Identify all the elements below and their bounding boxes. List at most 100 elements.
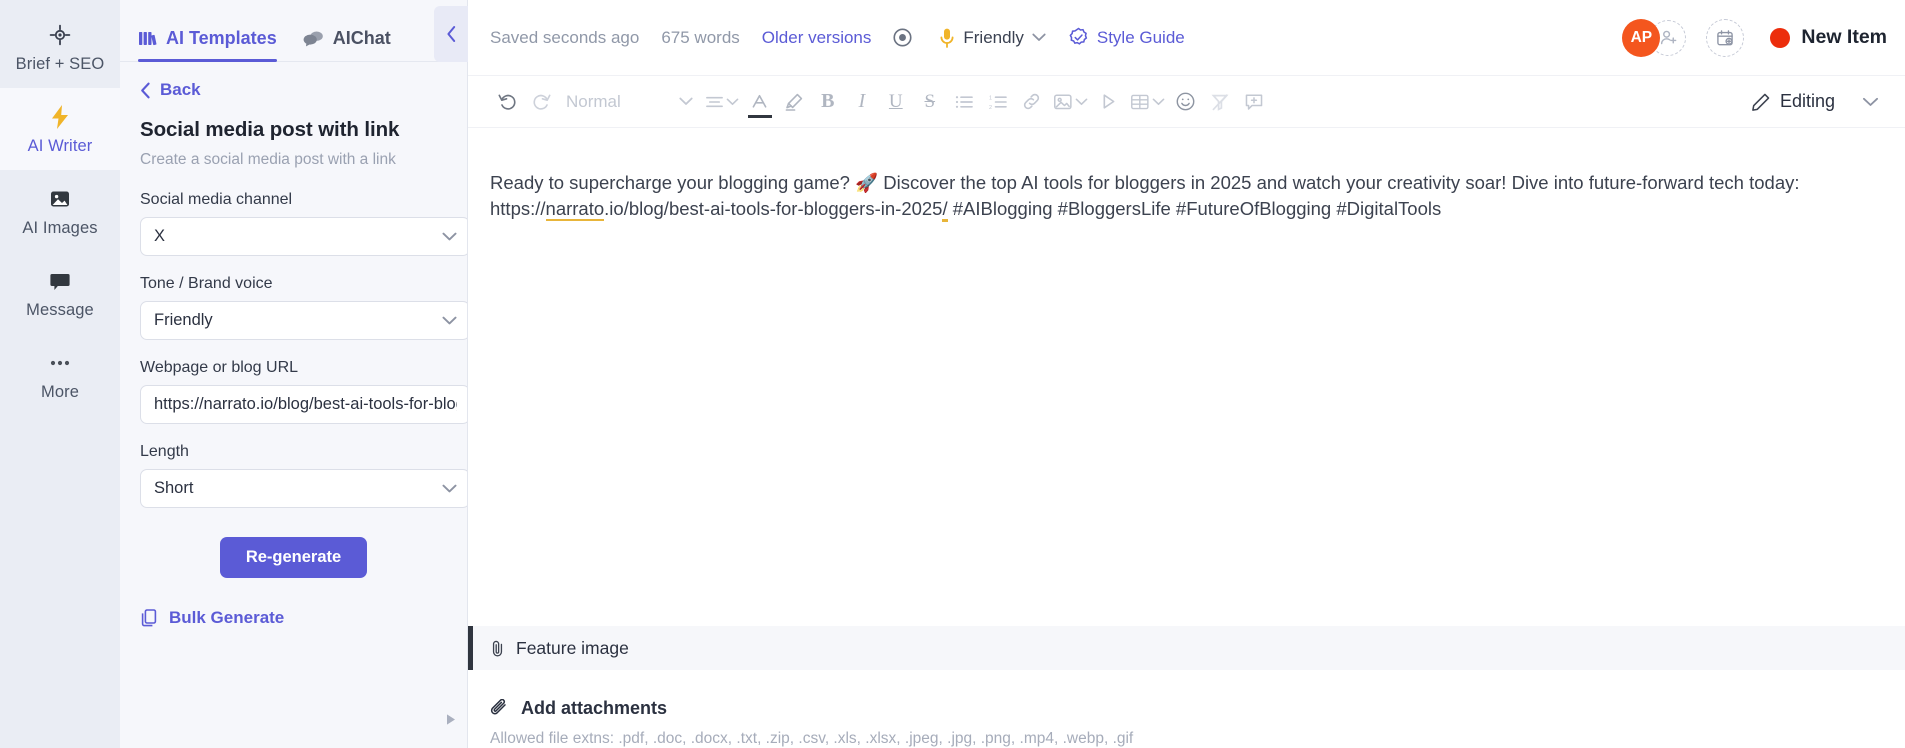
- bold-icon[interactable]: B: [811, 85, 845, 119]
- regenerate-row: Re-generate: [120, 527, 467, 578]
- field-tone-brand-voice: Tone / Brand voice Friendly: [120, 275, 467, 340]
- editor-topbar: Saved seconds ago 675 words Older versio…: [468, 0, 1905, 76]
- bulk-generate-label: Bulk Generate: [169, 608, 285, 627]
- select-social-media-channel[interactable]: X: [140, 217, 467, 256]
- doc-link-path: .io/blog/best-ai-tools-for-bloggers-in-2…: [604, 197, 943, 219]
- tab-label-aichat: AIChat: [332, 28, 391, 48]
- saved-status: Saved seconds ago: [490, 27, 640, 47]
- clear-formatting-icon[interactable]: [1203, 85, 1237, 119]
- eye-icon[interactable]: [887, 23, 917, 53]
- paragraph-style-label: Normal: [566, 91, 621, 111]
- field-length: Length Short: [120, 443, 467, 508]
- input-webpage-url[interactable]: https://narrato.io/blog/best-ai-tools-fo…: [140, 385, 467, 424]
- style-guide-label: Style Guide: [1096, 27, 1185, 47]
- image-insert-dropdown[interactable]: [1049, 93, 1092, 111]
- collaborator-avatars: AP: [1622, 18, 1687, 57]
- status-dot: [1770, 27, 1791, 48]
- rocket-emoji: 🚀: [855, 172, 879, 193]
- field-webpage-url: Webpage or blog URL https://narrato.io/b…: [120, 359, 467, 424]
- brand-voice-label: Friendly: [963, 27, 1024, 47]
- feature-image-block[interactable]: Feature image: [468, 626, 1905, 670]
- templates-icon: [138, 29, 157, 48]
- document-body[interactable]: Ready to supercharge your blogging game?…: [468, 128, 1905, 222]
- numbered-list-icon[interactable]: 1 2: [981, 85, 1015, 119]
- value-length: Short: [154, 479, 194, 497]
- align-icon: [705, 94, 724, 110]
- rail-item-brief-seo[interactable]: Brief + SEO: [0, 6, 120, 88]
- collapse-panel-button[interactable]: [434, 6, 468, 62]
- panel-tabs: AI Templates AIChat: [120, 0, 467, 62]
- expand-arrow-icon[interactable]: [445, 713, 457, 726]
- bolt-icon: [47, 104, 73, 130]
- undo-icon[interactable]: [490, 85, 524, 119]
- template-panel: AI Templates AIChat Back Social media po…: [120, 0, 468, 748]
- older-versions-link[interactable]: Older versions: [762, 28, 872, 48]
- style-guide-button[interactable]: Style Guide: [1068, 27, 1185, 48]
- document-area: Ready to supercharge your blogging game?…: [468, 128, 1905, 618]
- chevron-left-icon: [140, 82, 151, 99]
- select-length[interactable]: Short: [140, 469, 467, 508]
- primary-nav-rail: Brief + SEO AI Writer AI Images Message …: [0, 0, 120, 748]
- allowed-extensions-note: Allowed file extns: .pdf, .doc, .docx, .…: [490, 730, 1134, 747]
- bulk-generate-button[interactable]: Bulk Generate: [120, 578, 467, 628]
- target-icon: [47, 22, 73, 48]
- chevron-down-icon: [442, 316, 457, 325]
- field-social-media-channel: Social media channel X: [120, 191, 467, 256]
- rail-item-more[interactable]: More: [0, 334, 120, 416]
- rail-label-ai-writer: AI Writer: [27, 137, 93, 155]
- back-button[interactable]: Back: [120, 80, 467, 100]
- paperclip-icon: [490, 699, 509, 718]
- avatar[interactable]: AP: [1622, 18, 1661, 57]
- rail-item-ai-writer[interactable]: AI Writer: [0, 88, 120, 170]
- link-icon[interactable]: [1015, 85, 1049, 119]
- table-icon: [1130, 93, 1150, 111]
- tab-aichat[interactable]: AIChat: [303, 28, 391, 61]
- label-social-media-channel: Social media channel: [140, 191, 293, 208]
- doc-text-tags: #AIBlogging #BloggersLife #FutureOfBlogg…: [947, 197, 1442, 219]
- regenerate-button[interactable]: Re-generate: [219, 537, 368, 578]
- new-item-button[interactable]: New Item: [1770, 26, 1887, 49]
- tab-ai-templates[interactable]: AI Templates: [138, 28, 277, 62]
- emoji-icon[interactable]: [1169, 85, 1203, 119]
- paragraph-style-selector[interactable]: Normal: [558, 92, 701, 112]
- svg-text:1: 1: [989, 95, 992, 101]
- label-length: Length: [140, 443, 189, 460]
- check-badge-icon: [1068, 27, 1089, 48]
- microphone-icon: [939, 27, 955, 49]
- add-attachments-button[interactable]: Add attachments: [490, 698, 1905, 719]
- editing-mode-selector[interactable]: Editing: [1751, 91, 1835, 112]
- doc-link-domain: narrato: [545, 197, 605, 221]
- table-dropdown[interactable]: [1126, 93, 1169, 111]
- rail-label-message: Message: [26, 301, 94, 319]
- value-tone-brand-voice: Friendly: [154, 311, 213, 329]
- bullet-list-icon[interactable]: [947, 85, 981, 119]
- new-item-label: New Item: [1801, 26, 1887, 48]
- highlighter-icon[interactable]: [777, 85, 811, 119]
- label-webpage-url: Webpage or blog URL: [140, 359, 299, 376]
- image-insert-icon: [1053, 93, 1073, 111]
- brand-voice-selector[interactable]: Friendly: [939, 27, 1046, 49]
- italic-icon[interactable]: I: [845, 85, 879, 119]
- label-tone-brand-voice: Tone / Brand voice: [140, 275, 273, 292]
- font-color-icon[interactable]: [743, 85, 777, 119]
- word-count: 675 words: [661, 27, 740, 47]
- underline-icon[interactable]: U: [879, 85, 913, 119]
- calendar-add-icon[interactable]: [1706, 18, 1745, 57]
- rail-item-message[interactable]: Message: [0, 252, 120, 334]
- chevron-down-icon: [1032, 33, 1046, 42]
- value-social-media-channel: X: [154, 227, 166, 245]
- rail-label-ai-images: AI Images: [22, 219, 98, 237]
- strikethrough-icon[interactable]: S: [913, 85, 947, 119]
- align-dropdown[interactable]: [701, 94, 743, 110]
- video-play-icon[interactable]: [1092, 85, 1126, 119]
- select-tone-brand-voice[interactable]: Friendly: [140, 301, 467, 340]
- chat-bubble-icon: [47, 268, 73, 294]
- chevron-down-icon: [1152, 98, 1165, 106]
- redo-icon[interactable]: [524, 85, 558, 119]
- chevron-down-icon[interactable]: [1853, 85, 1887, 119]
- ellipsis-icon: [47, 350, 73, 376]
- paperclip-icon: [490, 639, 505, 658]
- add-comment-icon[interactable]: [1237, 85, 1271, 119]
- rail-item-ai-images[interactable]: AI Images: [0, 170, 120, 252]
- editing-mode-label: Editing: [1779, 91, 1835, 111]
